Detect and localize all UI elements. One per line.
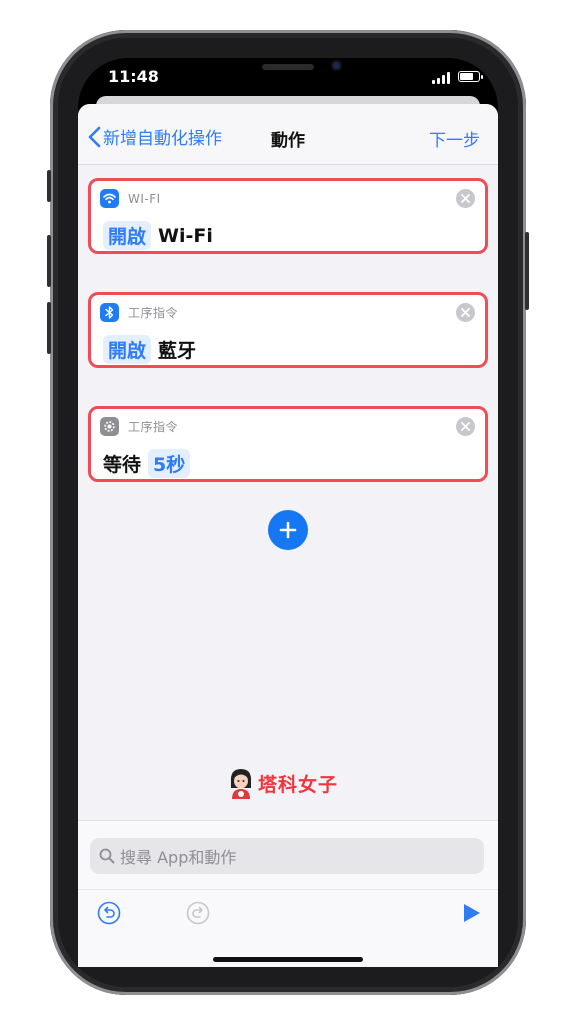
action-object: 藍牙 [158,340,197,362]
earpiece-speaker [262,64,314,70]
remove-action-button[interactable] [456,303,475,322]
side-button-left-3 [47,302,51,354]
search-icon [99,848,115,864]
card-header: WI-FI [100,189,161,208]
action-verb-token[interactable]: 開啟 [103,221,152,250]
card-body: 等待 5秒 [103,449,191,478]
run-button[interactable] [461,901,483,929]
wait-duration-token[interactable]: 5秒 [148,449,191,478]
next-button[interactable]: 下一步 [429,126,480,151]
bluetooth-icon [100,303,119,322]
bottom-panel: 搜尋 App和動作 [78,820,498,967]
close-icon [461,422,470,431]
card-app-name: 工序指令 [128,306,179,320]
close-icon [461,194,470,203]
action-verb-token[interactable]: 開啟 [103,335,152,364]
action-card-wait[interactable]: 工序指令 等待 5秒 [88,406,488,482]
battery-level [460,73,473,80]
watermark: 塔科女子 [228,766,338,800]
cellular-signal-icon [432,72,452,84]
toolbar-divider [78,889,498,890]
side-button-left-1 [47,170,51,202]
watermark-avatar-icon [228,766,254,800]
remove-action-button[interactable] [456,189,475,208]
gear-icon [100,417,119,436]
side-button-left-2 [47,235,51,287]
card-app-name: WI-FI [128,191,161,206]
watermark-text: 塔科女子 [258,773,339,796]
actions-sheet: 新增自動化操作 動作 下一步 WI-FI 開啟 Wi-Fi 工序指令 開啟 藍牙… [78,104,498,967]
card-header: 工序指令 [100,417,178,436]
close-icon [461,308,470,317]
redo-icon [186,901,210,925]
wifi-icon [100,189,119,208]
card-app-name: 工序指令 [128,420,179,434]
search-field[interactable]: 搜尋 App和動作 [90,838,484,874]
action-card-bluetooth[interactable]: 工序指令 開啟 藍牙 [88,292,488,368]
add-action-button[interactable] [268,510,308,550]
undo-button[interactable] [97,901,121,929]
home-indicator [213,957,363,962]
remove-action-button[interactable] [456,417,475,436]
card-body: 開啟 Wi-Fi [103,221,213,250]
redo-button[interactable] [186,901,210,929]
plus-icon [279,521,297,539]
status-time: 11:48 [108,67,159,86]
battery-icon [458,71,483,82]
front-camera-icon [331,60,342,71]
navigation-bar: 新增自動化操作 動作 下一步 [78,104,498,165]
undo-icon [97,901,121,925]
action-card-wifi[interactable]: WI-FI 開啟 Wi-Fi [88,178,488,254]
side-button-right [525,232,529,310]
action-object: Wi-Fi [158,224,213,247]
play-icon [464,904,480,922]
card-header: 工序指令 [100,303,178,322]
card-body: 開啟 藍牙 [103,335,196,364]
action-label: 等待 [103,454,142,476]
search-placeholder: 搜尋 App和動作 [120,848,237,867]
